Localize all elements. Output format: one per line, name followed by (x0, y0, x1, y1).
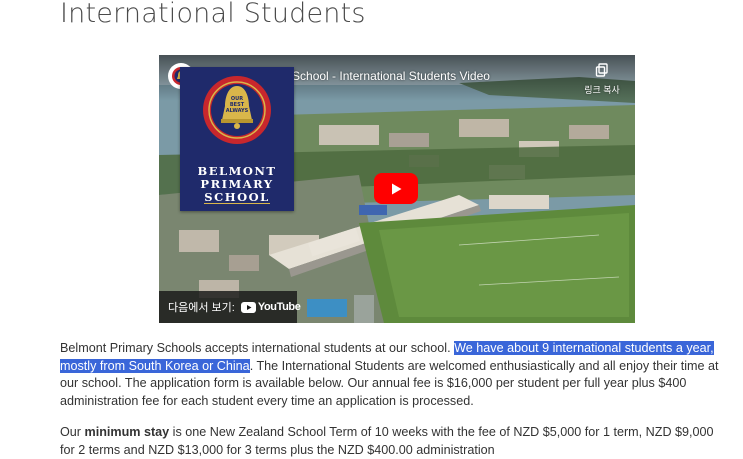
school-logo: OUR BEST ALWAYS BELMONT PRIMARY SCHOOL (180, 67, 294, 211)
logo-name-line1: BELMONT (197, 164, 277, 178)
watch-on-youtube-button[interactable]: 다음에서 보기: YouTube (159, 291, 301, 323)
copy-link-button[interactable]: 링크 복사 (577, 63, 627, 96)
youtube-wordmark: YouTube (257, 301, 301, 313)
intro-text-start: Belmont Primary Schools accepts internat… (60, 341, 455, 355)
watch-on-label: 다음에서 보기: (168, 302, 235, 314)
page-title: International Students (60, 0, 366, 29)
minimum-stay-paragraph: Our minimum stay is one New Zealand Scho… (60, 424, 730, 459)
youtube-video-embed[interactable]: Belmont Primary School - International S… (159, 55, 635, 323)
copy-link-label: 링크 복사 (584, 85, 620, 95)
logo-name-line3: SCHOOL (204, 190, 270, 204)
logo-rule (204, 203, 270, 204)
copy-link-icon (595, 63, 609, 81)
play-icon (392, 183, 402, 194)
play-button[interactable] (374, 173, 418, 204)
youtube-icon (240, 301, 256, 313)
intro-paragraph: Belmont Primary Schools accepts internat… (60, 340, 730, 410)
motto-line3: ALWAYS (226, 108, 249, 114)
bell-crest-icon: OUR BEST ALWAYS (203, 76, 271, 144)
minimum-stay-text-start: Our (60, 425, 85, 439)
logo-name-line2: PRIMARY (200, 177, 274, 191)
youtube-logo: YouTube (240, 301, 301, 313)
minimum-stay-bold: minimum stay (84, 425, 170, 439)
